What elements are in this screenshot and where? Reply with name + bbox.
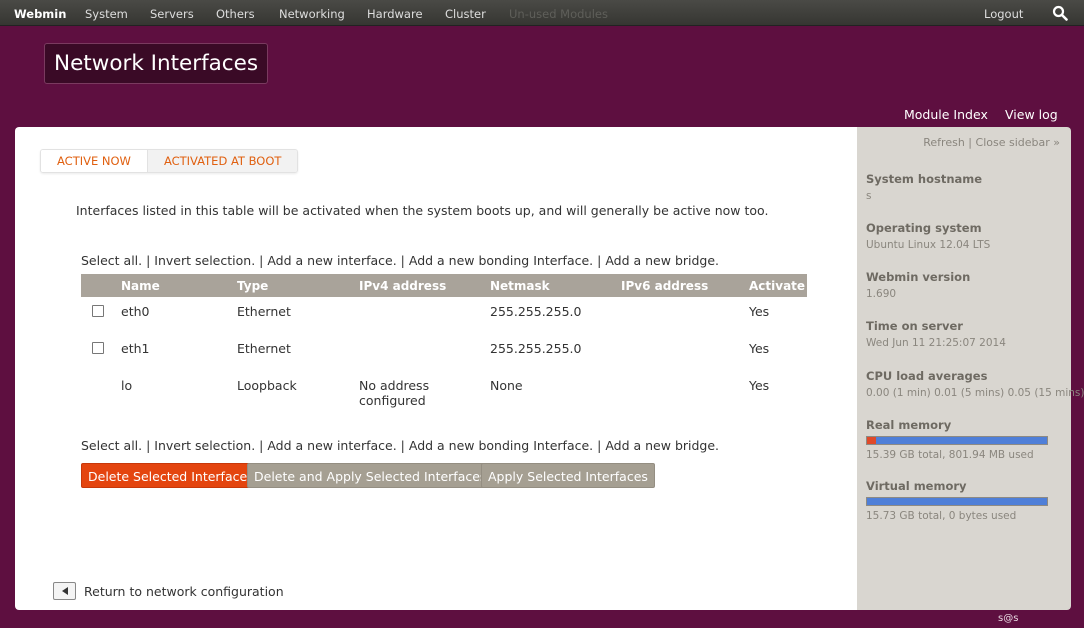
return-link-text[interactable]: Return to network configuration: [84, 584, 284, 599]
select-all-link[interactable]: Select all.: [81, 438, 142, 453]
tab-active-now[interactable]: ACTIVE NOW: [41, 150, 147, 172]
nav-servers[interactable]: Servers: [150, 7, 194, 21]
table-header-row: Name Type IPv4 address Netmask IPv6 addr…: [81, 274, 807, 297]
invert-selection-link[interactable]: Invert selection.: [154, 253, 255, 268]
description-text: Interfaces listed in this table will be …: [76, 203, 769, 218]
logout-link[interactable]: Logout: [984, 7, 1023, 21]
apply-selected-button[interactable]: Apply Selected Interfaces: [481, 463, 655, 488]
sb-webmin-version: Webmin version 1.690: [866, 270, 971, 300]
real-memory-bar: [866, 436, 1048, 445]
action-links-top: Select all. | Invert selection. | Add a …: [81, 253, 720, 268]
action-links-bottom: Select all. | Invert selection. | Add a …: [81, 438, 720, 453]
footer-user: s@s: [998, 613, 1019, 624]
nav-system[interactable]: System: [85, 7, 128, 21]
nav-unused-modules[interactable]: Un-used Modules: [509, 7, 608, 21]
col-name: Name: [121, 274, 237, 297]
iface-ipv4: [359, 334, 490, 371]
table-row: lo Loopback No address configured None Ye…: [81, 371, 807, 421]
iface-netmask: None: [490, 378, 523, 393]
nav-cluster[interactable]: Cluster: [445, 7, 486, 21]
search-icon[interactable]: [1052, 5, 1068, 21]
iface-ipv4: No address configured: [359, 378, 430, 408]
col-netmask: Netmask: [490, 274, 621, 297]
iface-ipv4: [359, 297, 490, 334]
refresh-link[interactable]: Refresh: [923, 136, 965, 149]
row-checkbox-eth1[interactable]: [92, 342, 104, 354]
iface-netmask: 255.255.255.0: [490, 304, 582, 319]
iface-name-link[interactable]: eth1: [121, 341, 149, 356]
interfaces-table: Name Type IPv4 address Netmask IPv6 addr…: [81, 274, 807, 421]
col-type: Type: [237, 274, 359, 297]
iface-type: Ethernet: [237, 341, 291, 356]
nav-hardware[interactable]: Hardware: [367, 7, 423, 21]
add-bonding-link[interactable]: Add a new bonding Interface.: [409, 438, 593, 453]
select-all-link[interactable]: Select all.: [81, 253, 142, 268]
return-link[interactable]: Return to network configuration: [53, 582, 284, 600]
add-bridge-link[interactable]: Add a new bridge.: [605, 253, 719, 268]
close-sidebar-link[interactable]: Close sidebar »: [976, 136, 1060, 149]
sb-virtual-memory: Virtual memory 15.73 GB total, 0 bytes u…: [866, 479, 1061, 522]
iface-ipv6: [621, 297, 749, 334]
add-interface-link[interactable]: Add a new interface.: [267, 253, 396, 268]
iface-activate: Yes: [749, 341, 770, 356]
table-row: eth0 Ethernet 255.255.255.0 Yes: [81, 297, 807, 334]
nav-networking[interactable]: Networking: [279, 7, 345, 21]
iface-type: Ethernet: [237, 304, 291, 319]
sidebar-top-links: Refresh | Close sidebar »: [923, 136, 1060, 149]
sidebar: Refresh | Close sidebar » System hostnam…: [857, 127, 1084, 610]
col-ipv6: IPv6 address: [621, 274, 749, 297]
tab-bar: ACTIVE NOW ACTIVATED AT BOOT: [40, 149, 299, 173]
main-panel: ACTIVE NOW ACTIVATED AT BOOT Interfaces …: [15, 127, 857, 610]
invert-selection-link[interactable]: Invert selection.: [154, 438, 255, 453]
row-checkbox-eth0[interactable]: [92, 305, 104, 317]
sb-time: Time on server Wed Jun 11 21:25:07 2014: [866, 319, 1006, 349]
view-log-link[interactable]: View log: [1005, 107, 1058, 122]
add-bonding-link[interactable]: Add a new bonding Interface.: [409, 253, 593, 268]
back-arrow-icon[interactable]: [53, 582, 76, 600]
iface-activate: Yes: [749, 378, 770, 393]
iface-ipv6: [621, 371, 749, 421]
iface-name-link[interactable]: lo: [121, 378, 132, 393]
sb-real-memory: Real memory 15.39 GB total, 801.94 MB us…: [866, 418, 1061, 461]
nav-others[interactable]: Others: [216, 7, 255, 21]
module-index-link[interactable]: Module Index: [904, 107, 988, 122]
page-title: Network Interfaces: [44, 43, 269, 84]
delete-apply-button[interactable]: Delete and Apply Selected Interfaces: [247, 463, 494, 488]
tab-activated-at-boot[interactable]: ACTIVATED AT BOOT: [146, 150, 298, 172]
col-activate: Activate: [749, 274, 807, 297]
iface-netmask: 255.255.255.0: [490, 341, 582, 356]
iface-name-link[interactable]: eth0: [121, 304, 149, 319]
top-navbar: Webmin System Servers Others Networking …: [0, 0, 1084, 26]
sb-cpu: CPU load averages 0.00 (1 min) 0.01 (5 m…: [866, 369, 1084, 399]
nav-webmin[interactable]: Webmin: [14, 7, 66, 21]
iface-activate: Yes: [749, 304, 770, 319]
table-row: eth1 Ethernet 255.255.255.0 Yes: [81, 334, 807, 371]
iface-type: Loopback: [237, 378, 297, 393]
sb-hostname: System hostname s: [866, 172, 983, 202]
add-bridge-link[interactable]: Add a new bridge.: [605, 438, 719, 453]
iface-ipv6: [621, 334, 749, 371]
add-interface-link[interactable]: Add a new interface.: [267, 438, 396, 453]
sb-os: Operating system Ubuntu Linux 12.04 LTS: [866, 221, 991, 251]
virtual-memory-bar: [866, 497, 1048, 506]
delete-selected-button[interactable]: Delete Selected Interfaces: [81, 463, 261, 488]
col-ipv4: IPv4 address: [359, 274, 490, 297]
